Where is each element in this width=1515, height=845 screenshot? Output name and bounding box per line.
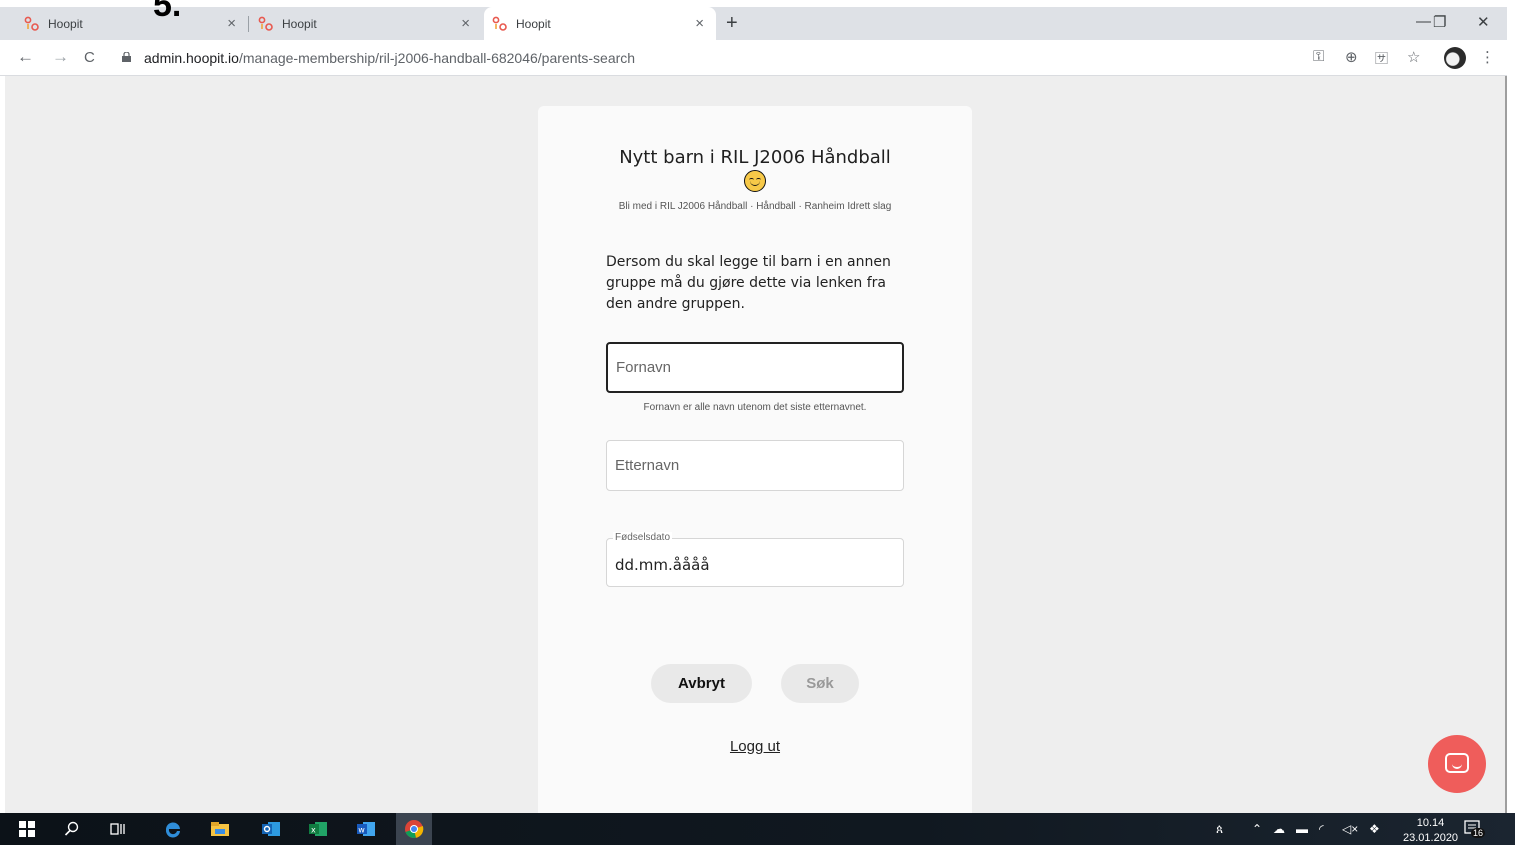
file-explorer-icon[interactable] [210,821,230,837]
chrome-icon[interactable] [404,819,424,839]
last-name-field[interactable] [606,440,904,491]
group-subtitle: Bli med i RIL J2006 Håndball · Håndball … [618,201,892,212]
tab-title: Hoopit [48,16,83,31]
key-icon[interactable]: ⚿ [1313,48,1324,65]
signup-card: Nytt barn i RIL J2006 Håndball Bli med i… [538,106,972,813]
first-name-field[interactable] [606,342,904,393]
svg-text:x: x [311,826,316,835]
url-path: /manage-membership/ril-j2006-handball-68… [238,50,636,66]
translate-icon[interactable]: 🈂 [1375,48,1388,67]
birthdate-field[interactable]: Fødselsdato dd.mm.åååå [606,532,904,587]
battery-icon[interactable]: ▬ [1296,822,1308,836]
task-view-icon[interactable] [110,821,126,837]
tab-title: Hoopit [516,16,551,31]
address-bar[interactable]: admin.hoopit.io/manage-membership/ril-j2… [144,50,635,66]
first-name-input[interactable] [608,344,902,391]
page-title: Nytt barn i RIL J2006 Håndball [619,147,891,168]
last-name-input[interactable] [607,441,903,490]
first-name-helper: Fornavn er alle navn utenom det siste et… [643,402,867,413]
tab-close-icon[interactable]: × [461,15,470,32]
new-tab-button[interactable]: + [726,12,738,35]
birthdate-value[interactable]: dd.mm.åååå [615,556,710,574]
chevron-up-icon[interactable]: ⌃ [1252,822,1262,836]
close-window-icon[interactable]: ✕ [1477,13,1490,31]
volume-muted-icon[interactable]: ◁× [1342,822,1358,836]
edge-browser-icon[interactable] [163,819,183,839]
smiley-emoji-icon [744,170,766,192]
forward-icon[interactable]: → [52,47,69,67]
menu-icon[interactable]: ⋮ [1480,48,1495,66]
tab-strip: Hoopit × Hoopit × Hoopit × + — ❐ ✕ [0,7,1507,40]
excel-icon[interactable]: x [308,819,328,839]
people-icon[interactable]: ጰ [1216,822,1223,837]
notification-count-badge: 16 [1471,828,1486,838]
onedrive-cloud-icon[interactable]: ☁ [1273,822,1285,836]
windows-taskbar: x w ጰ ⌃ ☁ ▬ ◜ ◁× ❖ 10.14 23.01.2020 16 [0,813,1515,845]
clock-time: 10.14 [1416,817,1445,829]
hoopit-favicon-icon [258,16,273,31]
search-button[interactable]: Søk [781,664,859,703]
profile-avatar[interactable] [1444,47,1466,69]
hoopit-favicon-icon [492,16,507,31]
chat-button[interactable] [1428,735,1486,793]
url-host: admin.hoopit.io [144,50,239,66]
tab-2[interactable]: Hoopit × [234,7,482,40]
scrollbar-edge [1505,76,1507,813]
clock-date: 23.01.2020 [1403,832,1459,844]
windows-start-icon[interactable] [19,821,35,837]
tab-close-icon[interactable]: × [695,15,704,32]
info-text: Dersom du skal legge til barn i en annen… [606,254,891,312]
bookmark-star-icon[interactable]: ☆ [1407,48,1420,66]
annotation-number: 5. [153,0,182,24]
svg-text:w: w [358,826,365,835]
tab-3-active[interactable]: Hoopit × [484,7,716,40]
tab-title: Hoopit [282,16,317,31]
chat-bubble-icon [1445,753,1469,773]
wifi-icon[interactable]: ◜ [1319,822,1324,836]
tab-1[interactable]: Hoopit × [0,7,248,40]
dropbox-icon[interactable]: ❖ [1369,822,1380,836]
taskbar-clock[interactable]: 10.14 23.01.2020 [1403,816,1458,845]
logout-link[interactable]: Logg ut [538,738,972,755]
birthdate-label: Fødselsdato [613,532,673,543]
restore-icon[interactable]: ❐ [1433,13,1446,31]
browser-toolbar: ← → C admin.hoopit.io/manage-membership/… [0,40,1507,76]
reload-icon[interactable]: C [84,49,95,66]
notification-center-icon[interactable]: 16 [1464,820,1486,838]
search-icon[interactable] [64,821,80,837]
lock-icon [122,52,131,62]
word-icon[interactable]: w [356,819,376,839]
cancel-button[interactable]: Avbryt [651,664,752,703]
minimize-icon[interactable]: — [1416,13,1431,30]
back-icon[interactable]: ← [17,47,34,67]
outlook-icon[interactable] [261,819,281,839]
zoom-icon[interactable]: ⊕ [1345,48,1358,66]
hoopit-favicon-icon [24,16,39,31]
page-viewport: Nytt barn i RIL J2006 Håndball Bli med i… [5,76,1505,813]
